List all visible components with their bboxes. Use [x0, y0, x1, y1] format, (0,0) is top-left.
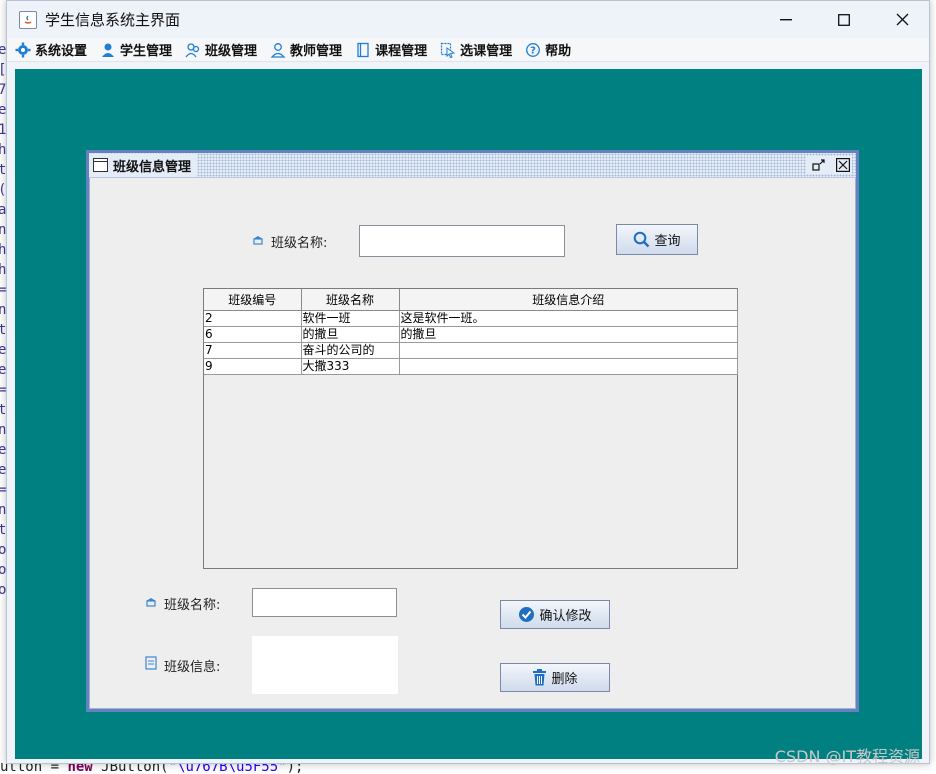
- menu-label: 课程管理: [375, 44, 428, 59]
- class-info-label: 班级信息:: [164, 660, 221, 675]
- column-header[interactable]: 班级编号: [204, 289, 302, 311]
- search-button[interactable]: 查询: [616, 224, 698, 255]
- class-frame-title: 班级信息管理: [113, 159, 192, 175]
- edit-class-name-input[interactable]: [252, 588, 397, 617]
- minimize-button[interactable]: [757, 1, 815, 38]
- menu-bar: 系统设置 学生管理 班级管理 教师管理 课程管理 选课管理 ? 帮助: [7, 38, 929, 62]
- menu-help[interactable]: ? 帮助: [525, 40, 571, 59]
- menu-select-course[interactable]: 选课管理: [440, 40, 512, 59]
- table-row[interactable]: 7 奋斗的公司的: [204, 342, 738, 359]
- confirm-edit-label: 确认修改: [539, 609, 592, 624]
- menu-label: 学生管理: [120, 44, 173, 59]
- table-cell[interactable]: 这是软件一班。: [399, 310, 738, 327]
- table-row[interactable]: 2 软件一班 这是软件一班。: [204, 310, 738, 327]
- menu-label: 班级管理: [205, 44, 258, 59]
- table-cell[interactable]: 大撒333: [301, 358, 400, 375]
- maximize-icon: [838, 13, 850, 26]
- table-row[interactable]: 9 大撒333: [204, 358, 738, 375]
- minimize-icon: [780, 18, 792, 20]
- select-course-icon: [440, 42, 456, 58]
- search-icon: [634, 231, 650, 248]
- menu-label: 帮助: [545, 44, 572, 59]
- menu-label: 选课管理: [460, 44, 513, 59]
- class-info-icon: [145, 656, 157, 670]
- svg-text:?: ?: [530, 45, 536, 56]
- column-header[interactable]: 班级名称: [301, 289, 400, 311]
- csdn-watermark: CSDN @IT教程资源: [774, 747, 920, 766]
- menu-class-manage[interactable]: 班级管理: [185, 40, 257, 59]
- search-class-name-input[interactable]: [359, 225, 565, 257]
- class-icon: [185, 42, 200, 57]
- class-table[interactable]: 班级编号 班级名称 班级信息介绍 2 软件一班 这是软件一班。 6 的撒旦 的撒…: [203, 288, 738, 569]
- confirm-edit-button[interactable]: 确认修改: [500, 600, 610, 629]
- window-title: 学生信息系统主界面: [45, 11, 181, 29]
- menu-label: 系统设置: [35, 44, 88, 59]
- class-info-frame: 班级信息管理 班级名称: 查询 班级编号 班级名称 班级信息介绍 2 软件一班 …: [86, 150, 859, 712]
- search-class-name-label: 班级名称:: [271, 236, 328, 251]
- close-icon: [896, 13, 908, 26]
- edit-class-name-icon: [146, 598, 156, 607]
- table-row[interactable]: 6 的撒旦 的撒旦: [204, 326, 738, 343]
- table-cell[interactable]: 的撒旦: [399, 326, 738, 343]
- table-cell[interactable]: 软件一班: [301, 310, 400, 327]
- table-cell[interactable]: 的撒旦: [301, 326, 400, 343]
- restore-icon: [812, 159, 825, 171]
- class-info-textarea[interactable]: [252, 636, 398, 694]
- table-cell[interactable]: [399, 358, 738, 375]
- menu-label: 教师管理: [290, 44, 343, 59]
- gear-icon: [15, 42, 31, 57]
- close-button[interactable]: [873, 1, 931, 38]
- table-cell[interactable]: [399, 342, 738, 359]
- table-header-row: 班级编号 班级名称 班级信息介绍: [204, 289, 738, 311]
- trash-icon: [533, 669, 547, 686]
- help-icon: ?: [526, 42, 541, 57]
- maximize-button[interactable]: [815, 1, 873, 38]
- delete-label: 删除: [551, 672, 578, 687]
- table-cell[interactable]: 7: [204, 342, 302, 359]
- menu-teacher-manage[interactable]: 教师管理: [270, 40, 342, 59]
- frame-close-button[interactable]: [834, 156, 852, 174]
- table-cell[interactable]: 6: [204, 326, 302, 343]
- check-circle-icon: [519, 607, 535, 622]
- title-bar[interactable]: 学生信息系统主界面: [7, 1, 929, 38]
- menu-student-manage[interactable]: 学生管理: [100, 40, 172, 59]
- column-header[interactable]: 班级信息介绍: [399, 289, 738, 311]
- edit-class-name-label: 班级名称:: [164, 598, 221, 613]
- table-cell[interactable]: 2: [204, 310, 302, 327]
- java-app-icon: [19, 10, 37, 29]
- course-icon: [357, 42, 369, 57]
- menu-course-manage[interactable]: 课程管理: [355, 40, 427, 59]
- frame-window-icon: [93, 158, 108, 172]
- frame-restore-button[interactable]: [810, 156, 828, 174]
- student-icon: [102, 43, 115, 57]
- table-cell[interactable]: 奋斗的公司的: [301, 342, 400, 359]
- frame-close-icon: [836, 158, 850, 172]
- class-frame-title-bar[interactable]: 班级信息管理: [89, 153, 856, 178]
- delete-button[interactable]: 删除: [500, 663, 610, 692]
- table-cell[interactable]: 9: [204, 358, 302, 375]
- class-name-icon: [253, 236, 263, 245]
- teacher-icon: [270, 42, 286, 58]
- search-button-label: 查询: [654, 234, 681, 249]
- menu-system-settings[interactable]: 系统设置: [15, 40, 87, 59]
